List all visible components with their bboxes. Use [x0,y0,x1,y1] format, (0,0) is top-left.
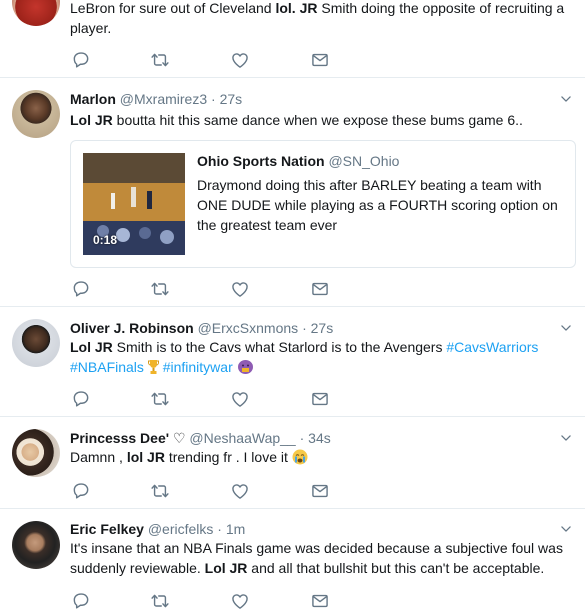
hashtag-link[interactable]: #infinitywar [163,359,233,375]
separator: · [302,320,307,336]
timestamp[interactable]: 27s [220,91,243,107]
tweet[interactable]: Oliver J. Robinson @ErxcSxnmons · 27s Lo… [0,307,585,417]
reply-icon[interactable] [71,389,91,409]
like-icon[interactable] [230,591,250,611]
retweet-icon[interactable] [150,279,170,299]
message-icon[interactable] [310,279,330,299]
tweet-text: It's insane that an NBA Finals game was … [70,540,563,576]
chevron-down-icon[interactable] [559,92,573,106]
avatar[interactable] [12,0,60,26]
tweet[interactable]: Eric Felkey @ericfelks · 1m It's insane … [0,509,585,609]
tweet-header: Eric Felkey @ericfelks · 1m [70,520,555,538]
separator: · [217,521,222,537]
retweet-icon[interactable] [150,50,170,70]
tweet-header: Princesss Dee' ♡ @NeshaaWap__ · 34s [70,429,555,447]
chevron-down-icon[interactable] [559,321,573,335]
tweet-header: Oliver J. Robinson @ErxcSxnmons · 27s [70,319,555,337]
user-handle[interactable]: @ErxcSxnmons [198,320,299,336]
chevron-down-icon[interactable] [559,522,573,536]
like-icon[interactable] [230,50,250,70]
retweet-icon[interactable] [150,389,170,409]
message-icon[interactable] [310,389,330,409]
trophy-emoji [147,359,159,375]
avatar[interactable] [12,319,60,367]
reply-icon[interactable] [71,591,91,611]
video-duration: 0:18 [93,233,118,247]
user-handle[interactable]: @NeshaaWap__ [189,430,295,446]
reply-icon[interactable] [71,50,91,70]
display-name[interactable]: Oliver J. Robinson [70,320,194,336]
separator: · [211,91,216,107]
reply-icon[interactable] [71,481,91,501]
quoted-header: Ohio Sports Nation @SN_Ohio [197,153,399,169]
avatar[interactable] [12,429,60,477]
infinity-war-emoji [237,359,254,375]
quoted-text: Draymond doing this after BARLEY beating… [197,177,558,233]
timestamp[interactable]: 27s [311,320,334,336]
tweet-text: LeBron for sure out of Cleveland lol. JR… [70,0,565,36]
quoted-handle[interactable]: @SN_Ohio [328,153,399,169]
message-icon[interactable] [310,591,330,611]
quoted-tweet-card[interactable]: 0:18 Ohio Sports Nation @SN_Ohio Draymon… [70,140,576,268]
timestamp[interactable]: 34s [308,430,331,446]
retweet-icon[interactable] [150,481,170,501]
tweet-text: Lol JR boutta hit this same dance when w… [70,112,523,128]
tweet-text: Damnn , lol JR trending fr . I love it [70,447,571,467]
video-thumbnail[interactable]: 0:18 [83,153,185,255]
tweet-text: Lol JR Smith is to the Cavs what Starlor… [70,339,539,375]
chevron-down-icon[interactable] [559,431,573,445]
message-icon[interactable] [310,481,330,501]
tweet[interactable]: LeBron for sure out of Cleveland lol. JR… [0,0,585,78]
retweet-icon[interactable] [150,591,170,611]
reply-icon[interactable] [71,279,91,299]
display-name[interactable]: Princesss Dee' [70,430,169,446]
tweet[interactable]: Princesss Dee' ♡ @NeshaaWap__ · 34s Damn… [0,417,585,509]
avatar[interactable] [12,90,60,138]
like-icon[interactable] [230,279,250,299]
hashtag-link[interactable]: #NBAFinals [70,359,144,375]
tweet-header: Marlon @Mxramirez3 · 27s [70,90,555,108]
like-icon[interactable] [230,389,250,409]
display-name[interactable]: Eric Felkey [70,521,144,537]
display-name[interactable]: Marlon [70,91,116,107]
user-handle[interactable]: @ericfelks [148,521,214,537]
name-suffix: ♡ [172,430,186,446]
like-icon[interactable] [230,481,250,501]
separator: · [299,430,305,446]
crying-emoji [292,449,308,465]
message-icon[interactable] [310,50,330,70]
timestamp[interactable]: 1m [226,521,245,537]
tweet[interactable]: Marlon @Mxramirez3 · 27s Lol JR boutta h… [0,78,585,307]
user-handle[interactable]: @Mxramirez3 [120,91,207,107]
hashtag-link[interactable]: #CavsWarriors [446,339,538,355]
avatar[interactable] [12,521,60,569]
quoted-display-name[interactable]: Ohio Sports Nation [197,153,325,169]
